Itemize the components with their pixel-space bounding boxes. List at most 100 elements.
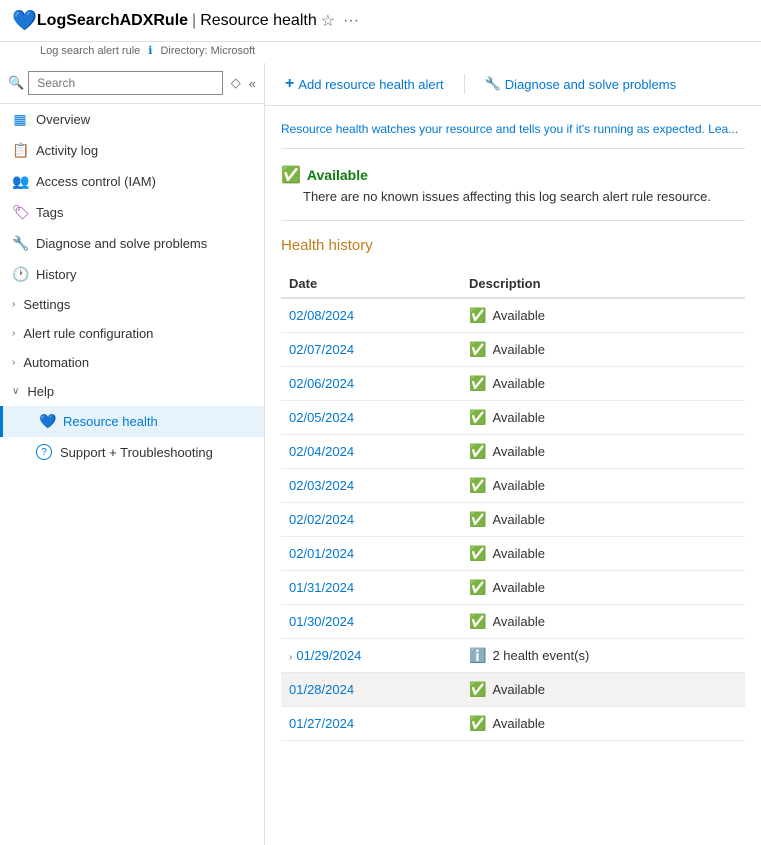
sidebar-item-alert-rule[interactable]: › Alert rule configuration xyxy=(0,319,264,348)
sidebar-item-tags[interactable]: 🏷 Tags xyxy=(0,197,264,228)
sidebar-item-access-control[interactable]: 👥 Access control (IAM) xyxy=(0,166,264,197)
sidebar-item-overview[interactable]: ▦ Overview xyxy=(0,104,264,135)
date-cell: 02/08/2024 xyxy=(281,298,461,333)
available-text: Available xyxy=(492,546,545,561)
history-label: History xyxy=(36,267,252,282)
description-cell: ✅ Available xyxy=(461,707,745,741)
search-input[interactable] xyxy=(28,71,223,95)
filter-icon[interactable]: ◇ xyxy=(231,75,241,91)
table-row: 01/31/2024 ✅Available xyxy=(281,571,745,605)
description-cell: ✅Available xyxy=(461,503,745,537)
date-value[interactable]: 02/03/2024 xyxy=(289,478,354,493)
description-column-header: Description xyxy=(461,270,745,298)
description-cell: ✅Available xyxy=(461,401,745,435)
sidebar-item-history[interactable]: 🕐 History xyxy=(0,259,264,290)
available-text: Available xyxy=(492,716,545,731)
date-value[interactable]: 02/05/2024 xyxy=(289,410,354,425)
content-toolbar: + Add resource health alert 🔧 Diagnose a… xyxy=(265,63,761,106)
table-row: 02/05/2024 ✅Available xyxy=(281,401,745,435)
activity-log-label: Activity log xyxy=(36,143,252,158)
date-value[interactable]: 01/30/2024 xyxy=(289,614,354,629)
status-desc-text: There are no known issues affecting this… xyxy=(303,189,711,204)
available-status: ✅Available xyxy=(469,681,737,698)
date-value[interactable]: 02/04/2024 xyxy=(289,444,354,459)
status-check-icon: ✅ xyxy=(281,165,301,185)
sidebar-item-diagnose[interactable]: 🔧 Diagnose and solve problems xyxy=(0,228,264,259)
available-text: Available xyxy=(492,376,545,391)
history-table-body: 02/08/2024✅Available02/07/2024✅Available… xyxy=(281,298,745,741)
add-alert-button[interactable]: + Add resource health alert xyxy=(281,71,448,97)
description-cell: ✅Available xyxy=(461,333,745,367)
more-options-icon[interactable]: ··· xyxy=(343,12,359,30)
sidebar-item-help[interactable]: ∨ Help xyxy=(0,377,264,406)
page-title: Resource health xyxy=(200,12,317,30)
table-row: 01/30/2024✅Available xyxy=(281,605,745,639)
available-text: Available xyxy=(492,410,545,425)
favorite-icon[interactable]: ☆ xyxy=(321,11,335,31)
available-text: Available xyxy=(492,614,545,629)
date-value[interactable]: 02/07/2024 xyxy=(289,342,354,357)
directory-label: Directory: Microsoft xyxy=(160,45,255,57)
resource-health-label: Resource health xyxy=(63,414,252,429)
table-row: 01/27/2024 ✅ Available xyxy=(281,707,745,741)
date-cell: 02/05/2024 xyxy=(281,401,461,435)
available-check-icon: ✅ xyxy=(469,715,486,732)
tags-label: Tags xyxy=(36,205,252,220)
status-description: There are no known issues affecting this… xyxy=(303,189,745,204)
diagnose-label: Diagnose and solve problems xyxy=(36,236,252,251)
collapse-icon[interactable]: « xyxy=(249,76,256,91)
sidebar-item-activity-log[interactable]: 📋 Activity log xyxy=(0,135,264,166)
date-value[interactable]: 02/06/2024 xyxy=(289,376,354,391)
diagnose-solve-button[interactable]: 🔧 Diagnose and solve problems xyxy=(481,72,680,96)
status-section: ✅ Available There are no known issues af… xyxy=(281,165,745,204)
table-row: 02/01/2024 ✅Available xyxy=(281,537,745,571)
date-value[interactable]: 01/29/2024 xyxy=(296,648,361,663)
available-check-icon: ✅ xyxy=(469,681,486,698)
available-status: ✅Available xyxy=(469,545,737,562)
description-cell: ✅Available xyxy=(461,298,745,333)
date-cell: › 01/29/2024 xyxy=(281,639,461,673)
date-cell: 01/27/2024 xyxy=(281,707,461,741)
available-check-icon: ✅ xyxy=(469,511,486,528)
event-text: 2 health event(s) xyxy=(492,648,589,663)
description-cell: ✅Available xyxy=(461,469,745,503)
date-value[interactable]: 02/01/2024 xyxy=(289,546,354,561)
info-icon: ℹ xyxy=(148,44,152,57)
available-check-icon: ✅ xyxy=(469,443,486,460)
alert-rule-label: Alert rule configuration xyxy=(23,326,252,341)
table-row: 02/07/2024 ✅Available xyxy=(281,333,745,367)
date-value[interactable]: 01/28/2024 xyxy=(289,682,354,697)
settings-label: Settings xyxy=(23,297,252,312)
sidebar-item-support[interactable]: ? Support + Troubleshooting xyxy=(0,437,264,467)
date-value[interactable]: 02/02/2024 xyxy=(289,512,354,527)
content-area: + Add resource health alert 🔧 Diagnose a… xyxy=(265,63,761,845)
date-value[interactable]: 01/27/2024 xyxy=(289,716,354,731)
health-history-table: Date Description 02/08/2024✅Available02/… xyxy=(281,270,745,741)
help-chevron: ∨ xyxy=(12,386,19,397)
description-cell: ✅Available xyxy=(461,537,745,571)
status-row: ✅ Available xyxy=(281,165,745,185)
date-value[interactable]: 02/08/2024 xyxy=(289,308,354,323)
activity-log-icon: 📋 xyxy=(12,142,28,159)
available-check-icon: ✅ xyxy=(469,477,486,494)
diagnose-icon: 🔧 xyxy=(12,235,28,252)
sidebar-item-settings[interactable]: › Settings xyxy=(0,290,264,319)
sidebar-item-resource-health[interactable]: 💙 Resource health xyxy=(0,406,264,437)
info-banner: Resource health watches your resource an… xyxy=(281,122,745,149)
available-status: ✅Available xyxy=(469,409,737,426)
row-expand-icon[interactable]: › xyxy=(289,652,292,663)
sidebar-controls: ◇ « xyxy=(231,75,256,91)
available-check-icon: ✅ xyxy=(469,307,486,324)
available-text: Available xyxy=(492,580,545,595)
tags-icon: 🏷 xyxy=(12,204,28,221)
available-status: ✅Available xyxy=(469,579,737,596)
date-cell: 02/04/2024 xyxy=(281,435,461,469)
available-status: ✅ Available xyxy=(469,715,737,732)
sidebar-item-automation[interactable]: › Automation xyxy=(0,348,264,377)
azure-icon: 💙 xyxy=(12,8,37,33)
add-alert-plus-icon: + xyxy=(285,75,294,93)
date-value[interactable]: 01/31/2024 xyxy=(289,580,354,595)
section-divider xyxy=(281,220,745,221)
available-status: ✅Available xyxy=(469,375,737,392)
access-control-label: Access control (IAM) xyxy=(36,174,252,189)
